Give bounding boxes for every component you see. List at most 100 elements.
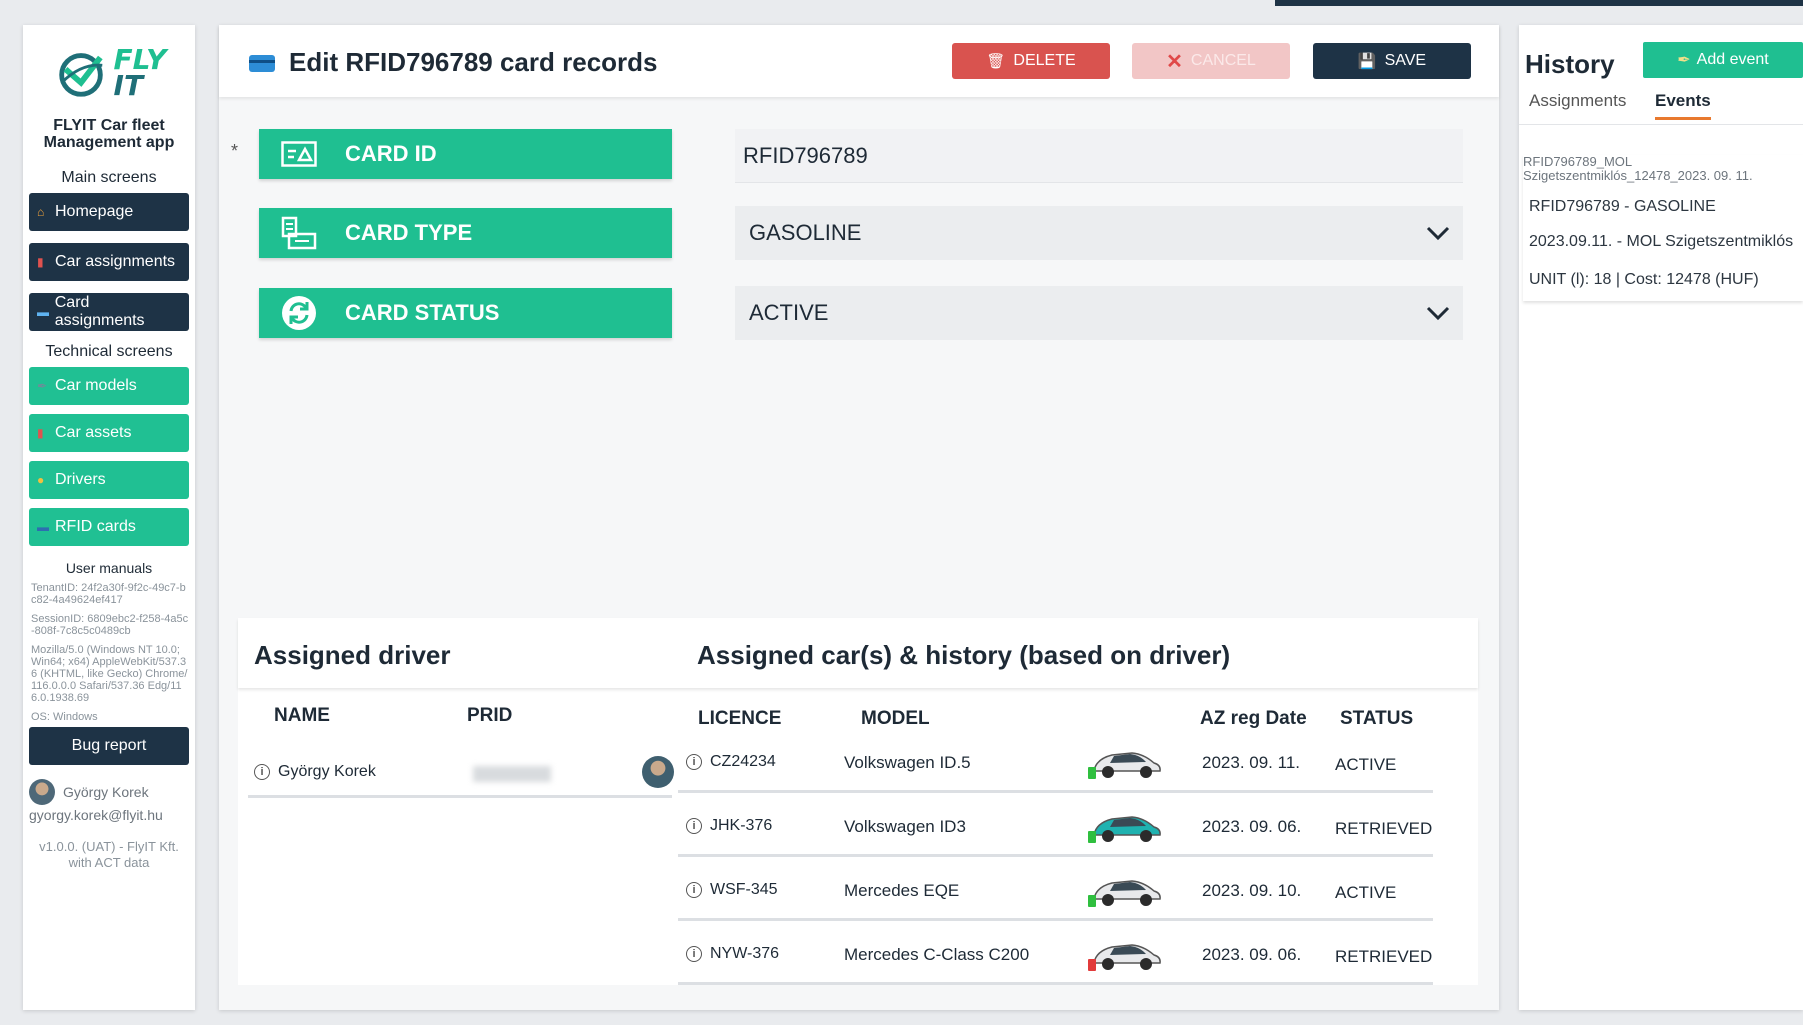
event-heading: RFID796789_MOL Szigetszentmiklós_12478_2… bbox=[1523, 154, 1753, 183]
event-date-location: 2023.09.11. - MOL Szigetszentmiklós bbox=[1529, 233, 1794, 250]
app-logo: FLY IT bbox=[29, 33, 189, 113]
nav-label: Homepage bbox=[55, 203, 134, 220]
card-status-select[interactable]: ACTIVE bbox=[735, 286, 1463, 340]
tab-assignments[interactable]: Assignments bbox=[1529, 91, 1626, 117]
event-unit-cost: UNIT (l): 18 | Cost: 12478 (HUF) bbox=[1529, 271, 1759, 288]
car-col-reg-date: AZ reg Date bbox=[1200, 708, 1307, 729]
wrench-icon: ✒ bbox=[1677, 52, 1691, 69]
nav-label: Drivers bbox=[55, 471, 106, 488]
car-col-model: MODEL bbox=[861, 708, 930, 729]
licence-cell: i WSF-345 bbox=[686, 881, 778, 899]
card-icon: ▬ bbox=[37, 305, 49, 319]
id-card-icon bbox=[279, 137, 319, 171]
reg-date: 2023. 09. 10. bbox=[1202, 881, 1302, 900]
delete-button[interactable]: 🗑 DELETE bbox=[952, 43, 1110, 79]
card-id-label-text: CARD ID bbox=[345, 141, 437, 166]
tab-events[interactable]: Events bbox=[1655, 91, 1711, 120]
chevron-down-icon bbox=[1426, 306, 1450, 321]
status-badge: RETRIEVED bbox=[1335, 947, 1433, 966]
table-row[interactable]: i JHK-376 Volkswagen ID3 2023. 09. 06. RETRI… bbox=[678, 797, 1433, 857]
nav-label: Card assignments bbox=[54, 294, 145, 329]
required-marker: * bbox=[231, 141, 239, 161]
licence-cell: i CZ24234 bbox=[686, 753, 776, 771]
reg-date: 2023. 09. 06. bbox=[1202, 945, 1302, 964]
nav-label: RFID cards bbox=[55, 518, 136, 535]
status-badge: ACTIVE bbox=[1335, 883, 1397, 902]
info-icon[interactable]: i bbox=[254, 763, 270, 780]
nav-car-models[interactable]: ✒ Car models bbox=[29, 367, 189, 405]
chevron-down-icon bbox=[1426, 226, 1450, 241]
cancel-label: CANCEL bbox=[1190, 52, 1256, 69]
licence-plate: JHK-376 bbox=[710, 817, 773, 834]
car-image bbox=[1088, 880, 1161, 907]
version-info: v1.0.0. (UAT) - FlyIT Kft. with ACT data bbox=[39, 839, 179, 870]
car-model: Mercedes EQE bbox=[844, 881, 960, 900]
car-model: Volkswagen ID3 bbox=[844, 817, 966, 836]
nav-rfid-cards[interactable]: ▬ RFID cards bbox=[29, 508, 189, 546]
avatar bbox=[29, 779, 55, 805]
app-title: FLYIT Car fleet Management app bbox=[43, 117, 175, 151]
home-icon: ⌂ bbox=[37, 205, 45, 219]
event-card[interactable]: RFID796789_MOL Szigetszentmiklós_12478_2… bbox=[1523, 155, 1803, 301]
driver-row[interactable]: i György Korek bbox=[248, 748, 674, 798]
user-manuals-link[interactable]: User manuals bbox=[29, 560, 189, 576]
assigned-driver-title: Assigned driver bbox=[254, 640, 451, 670]
assignment-header: Assigned driver Assigned car(s) & histor… bbox=[238, 618, 1478, 688]
car-image bbox=[1088, 944, 1161, 971]
card-type-label-text: CARD TYPE bbox=[345, 220, 473, 245]
page-header: Edit RFID796789 card records 🗑 DELETE ✕ … bbox=[219, 25, 1499, 97]
nav-car-assignments[interactable]: ▮ Car assignments bbox=[29, 243, 189, 281]
licence-plate: CZ24234 bbox=[710, 753, 776, 770]
licence-plate: WSF-345 bbox=[710, 881, 778, 898]
card-type-value: GASOLINE bbox=[749, 220, 862, 245]
add-event-button[interactable]: ✒ Add event bbox=[1643, 42, 1803, 78]
card-type-icon bbox=[279, 216, 319, 250]
page-title: Edit RFID796789 card records bbox=[289, 47, 658, 77]
sidebar: FLY IT FLYIT Car fleet Management app Ma… bbox=[23, 25, 195, 1010]
os-info: OS: Windows bbox=[31, 711, 98, 723]
table-row[interactable]: i NYW-376 Mercedes C-Class C200 2023. 09. 0… bbox=[678, 925, 1433, 985]
licence-cell: i NYW-376 bbox=[686, 945, 779, 963]
info-icon[interactable]: i bbox=[686, 818, 702, 834]
driver-name: György Korek bbox=[278, 762, 376, 780]
card-type-label: CARD TYPE bbox=[259, 208, 672, 258]
car-icon: ▮ bbox=[37, 255, 44, 269]
car-col-licence: LICENCE bbox=[698, 708, 782, 729]
info-icon[interactable]: i bbox=[686, 882, 702, 898]
history-header: History ✒ Add event Assignments Events bbox=[1519, 25, 1803, 125]
car-col-status: STATUS bbox=[1340, 708, 1414, 729]
floppy-disk-icon: 💾 bbox=[1357, 53, 1377, 70]
bug-report-button[interactable]: Bug report bbox=[29, 727, 189, 765]
driver-col-prid: PRID bbox=[467, 705, 513, 726]
trash-icon: 🗑 bbox=[986, 53, 1006, 70]
table-row[interactable]: i WSF-345 Mercedes EQE 2023. 09. 10. ACTIVE bbox=[678, 861, 1433, 921]
nav-drivers[interactable]: ● Drivers bbox=[29, 461, 189, 499]
card-id-input[interactable]: RFID796789 bbox=[735, 129, 1463, 183]
add-event-label: Add event bbox=[1696, 51, 1769, 68]
licence-cell: i JHK-376 bbox=[686, 817, 772, 835]
save-button[interactable]: 💾 SAVE bbox=[1313, 43, 1471, 79]
main-screens-label: Main screens bbox=[61, 169, 157, 186]
card-id-label: CARD ID bbox=[259, 129, 672, 179]
credit-card-icon bbox=[249, 55, 275, 72]
nav-car-assets[interactable]: ▮ Car assets bbox=[29, 414, 189, 452]
cancel-button[interactable]: ✕ CANCEL bbox=[1132, 43, 1290, 79]
avatar bbox=[642, 756, 674, 788]
car-model: Volkswagen ID.5 bbox=[844, 753, 971, 772]
logo-globe-icon bbox=[58, 53, 103, 97]
table-row[interactable]: i CZ24234 Volkswagen ID.5 2023. 09. 11. ACTI… bbox=[678, 733, 1433, 793]
driver-col-name: NAME bbox=[274, 705, 330, 726]
wrench-icon: ✒ bbox=[37, 379, 48, 393]
nav-card-assignments[interactable]: ▬ Card assignments bbox=[29, 293, 189, 331]
person-icon: ● bbox=[37, 473, 45, 487]
user-name: György Korek bbox=[63, 784, 149, 800]
info-icon[interactable]: i bbox=[686, 754, 702, 770]
reg-date: 2023. 09. 06. bbox=[1202, 817, 1302, 836]
car-image bbox=[1088, 816, 1161, 843]
info-icon[interactable]: i bbox=[686, 946, 702, 962]
assigned-cars-title: Assigned car(s) & history (based on driv… bbox=[697, 640, 1231, 670]
delete-label: DELETE bbox=[1013, 52, 1076, 69]
nav-homepage[interactable]: ⌂ Homepage bbox=[29, 193, 189, 231]
card-type-select[interactable]: GASOLINE bbox=[735, 206, 1463, 260]
car-model: Mercedes C-Class C200 bbox=[844, 945, 1030, 964]
